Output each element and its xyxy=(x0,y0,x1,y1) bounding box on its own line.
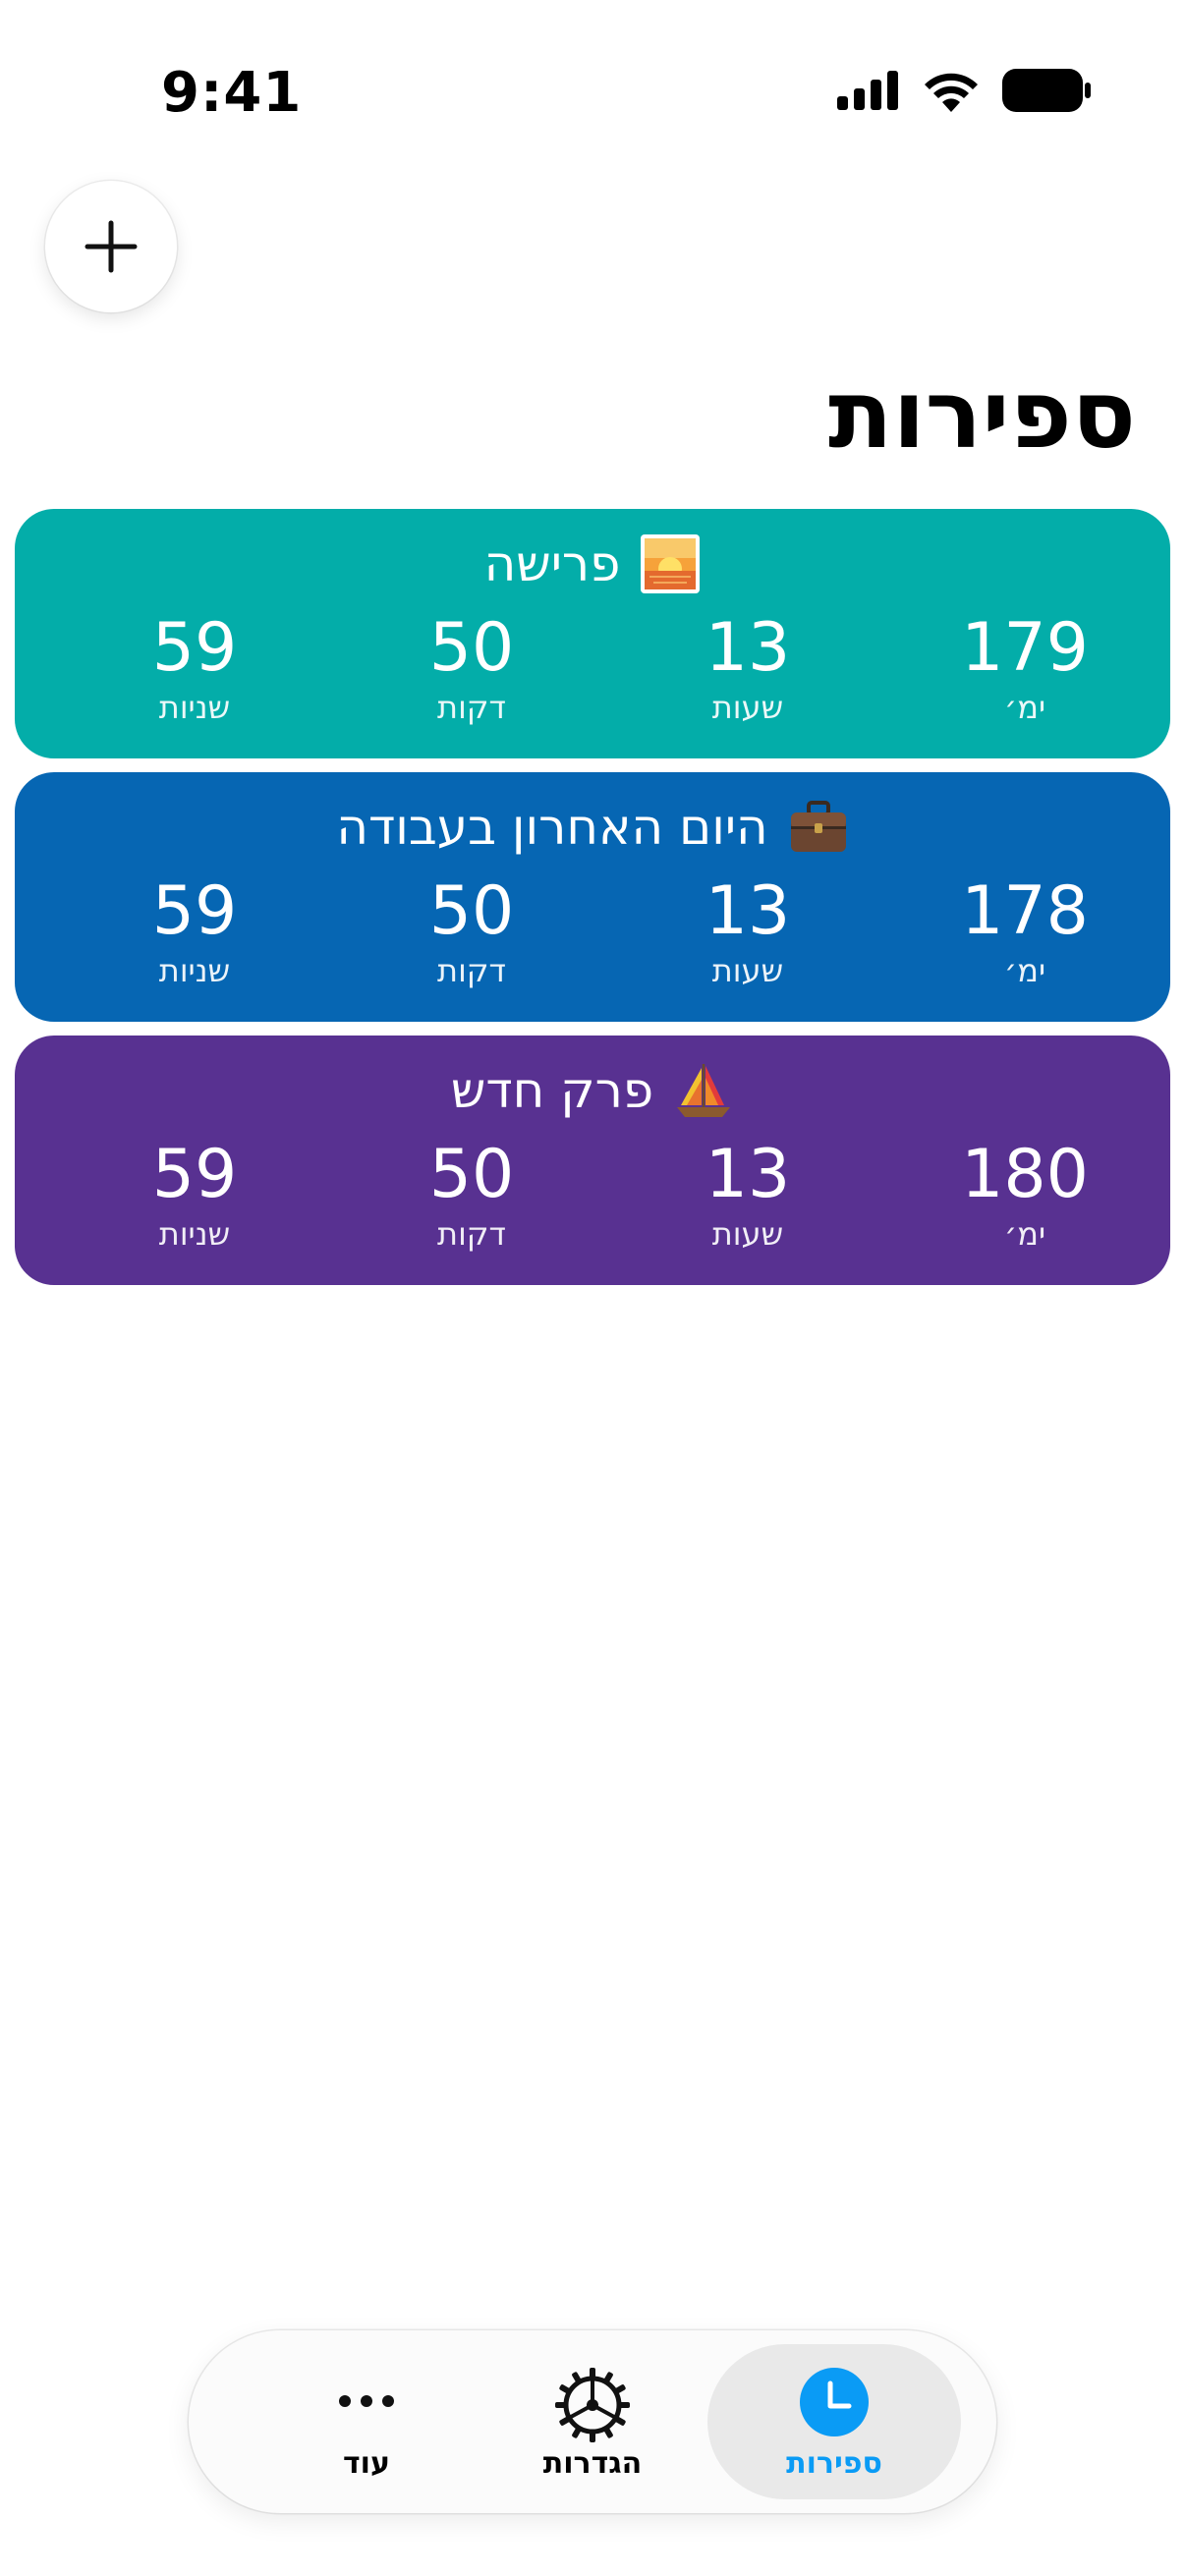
tab-label: ספירות xyxy=(786,2446,882,2481)
countdown-units: 178 ימ׳ 13 שעות 50 דקות 59 שניות xyxy=(15,872,1170,1000)
card-title-row: פרישה xyxy=(15,532,1170,595)
unit-value: 180 xyxy=(961,1136,1089,1213)
countdown-units: 180 ימ׳ 13 שעות 50 דקות 59 שניות xyxy=(15,1136,1170,1263)
add-counter-button[interactable] xyxy=(45,181,177,312)
card-title: היום האחרון בעבודה xyxy=(336,799,768,856)
tab-label: הגדרות xyxy=(542,2446,643,2481)
unit-seconds: 59 שניות xyxy=(86,872,303,990)
unit-days: 178 ימ׳ xyxy=(917,872,1133,990)
wifi-icon xyxy=(925,73,978,112)
unit-value: 59 xyxy=(151,1136,238,1213)
unit-value: 13 xyxy=(705,609,791,687)
counter-card-retirement[interactable]: פרישה 179 ימ׳ 13 שעות 50 דקות 59 שניות xyxy=(15,509,1170,758)
unit-hours: 13 שעות xyxy=(640,609,856,727)
tab-label: עוד xyxy=(343,2446,390,2481)
tab-more[interactable]: עוד xyxy=(240,2344,493,2499)
status-icons xyxy=(837,69,1091,112)
unit-label: שניות xyxy=(158,689,231,726)
tab-counters[interactable]: ספירות xyxy=(707,2344,961,2499)
counters-list: פרישה 179 ימ׳ 13 שעות 50 דקות 59 שניות ה… xyxy=(15,509,1170,1299)
clock-icon xyxy=(800,2368,869,2436)
card-title: פרישה xyxy=(483,535,621,592)
status-bar: 9:41 xyxy=(0,0,1185,187)
unit-label: שניות xyxy=(158,952,231,989)
card-title-row: היום האחרון בעבודה xyxy=(15,796,1170,859)
gear-icon xyxy=(555,2368,630,2442)
unit-hours: 13 שעות xyxy=(640,1136,856,1254)
sailboat-icon xyxy=(677,1064,731,1117)
unit-label: דקות xyxy=(437,689,506,726)
unit-value: 13 xyxy=(705,872,791,950)
unit-label: שעות xyxy=(711,689,784,726)
unit-hours: 13 שעות xyxy=(640,872,856,990)
unit-days: 179 ימ׳ xyxy=(917,609,1133,727)
unit-value: 50 xyxy=(428,1136,515,1213)
unit-label: ימ׳ xyxy=(1003,952,1046,989)
unit-days: 180 ימ׳ xyxy=(917,1136,1133,1254)
unit-seconds: 59 שניות xyxy=(86,609,303,727)
unit-seconds: 59 שניות xyxy=(86,1136,303,1254)
unit-label: שניות xyxy=(158,1215,231,1253)
unit-value: 50 xyxy=(428,872,515,950)
unit-label: דקות xyxy=(437,1215,506,1253)
unit-value: 59 xyxy=(151,609,238,687)
unit-value: 50 xyxy=(428,609,515,687)
card-title: פרק חדש xyxy=(450,1062,654,1119)
unit-minutes: 50 דקות xyxy=(364,1136,580,1254)
unit-value: 13 xyxy=(705,1136,791,1213)
unit-label: דקות xyxy=(437,952,506,989)
sunrise-icon xyxy=(641,534,701,593)
briefcase-icon xyxy=(790,801,846,852)
page-title: ספירות xyxy=(828,360,1136,470)
unit-minutes: 50 דקות xyxy=(364,872,580,990)
counter-card-last-work-day[interactable]: היום האחרון בעבודה 178 ימ׳ 13 שעות 50 דק… xyxy=(15,772,1170,1022)
unit-label: ימ׳ xyxy=(1003,1215,1046,1253)
status-time: 9:41 xyxy=(161,61,303,125)
plus-icon xyxy=(85,220,138,273)
counter-card-new-chapter[interactable]: פרק חדש 180 ימ׳ 13 שעות 50 דקות 59 שניות xyxy=(15,1036,1170,1285)
card-title-row: פרק חדש xyxy=(15,1059,1170,1122)
unit-value: 179 xyxy=(961,609,1089,687)
unit-label: שעות xyxy=(711,1215,784,1253)
countdown-units: 179 ימ׳ 13 שעות 50 דקות 59 שניות xyxy=(15,609,1170,737)
tab-settings[interactable]: הגדרות xyxy=(466,2344,719,2499)
battery-icon xyxy=(1002,69,1091,112)
unit-value: 178 xyxy=(961,872,1089,950)
unit-value: 59 xyxy=(151,872,238,950)
unit-minutes: 50 דקות xyxy=(364,609,580,727)
cellular-signal-icon xyxy=(837,71,898,110)
unit-label: ימ׳ xyxy=(1003,689,1046,726)
tab-bar: עוד הגדרות ספירות xyxy=(189,2330,996,2513)
unit-label: שעות xyxy=(711,952,784,989)
more-icon xyxy=(339,2395,394,2407)
